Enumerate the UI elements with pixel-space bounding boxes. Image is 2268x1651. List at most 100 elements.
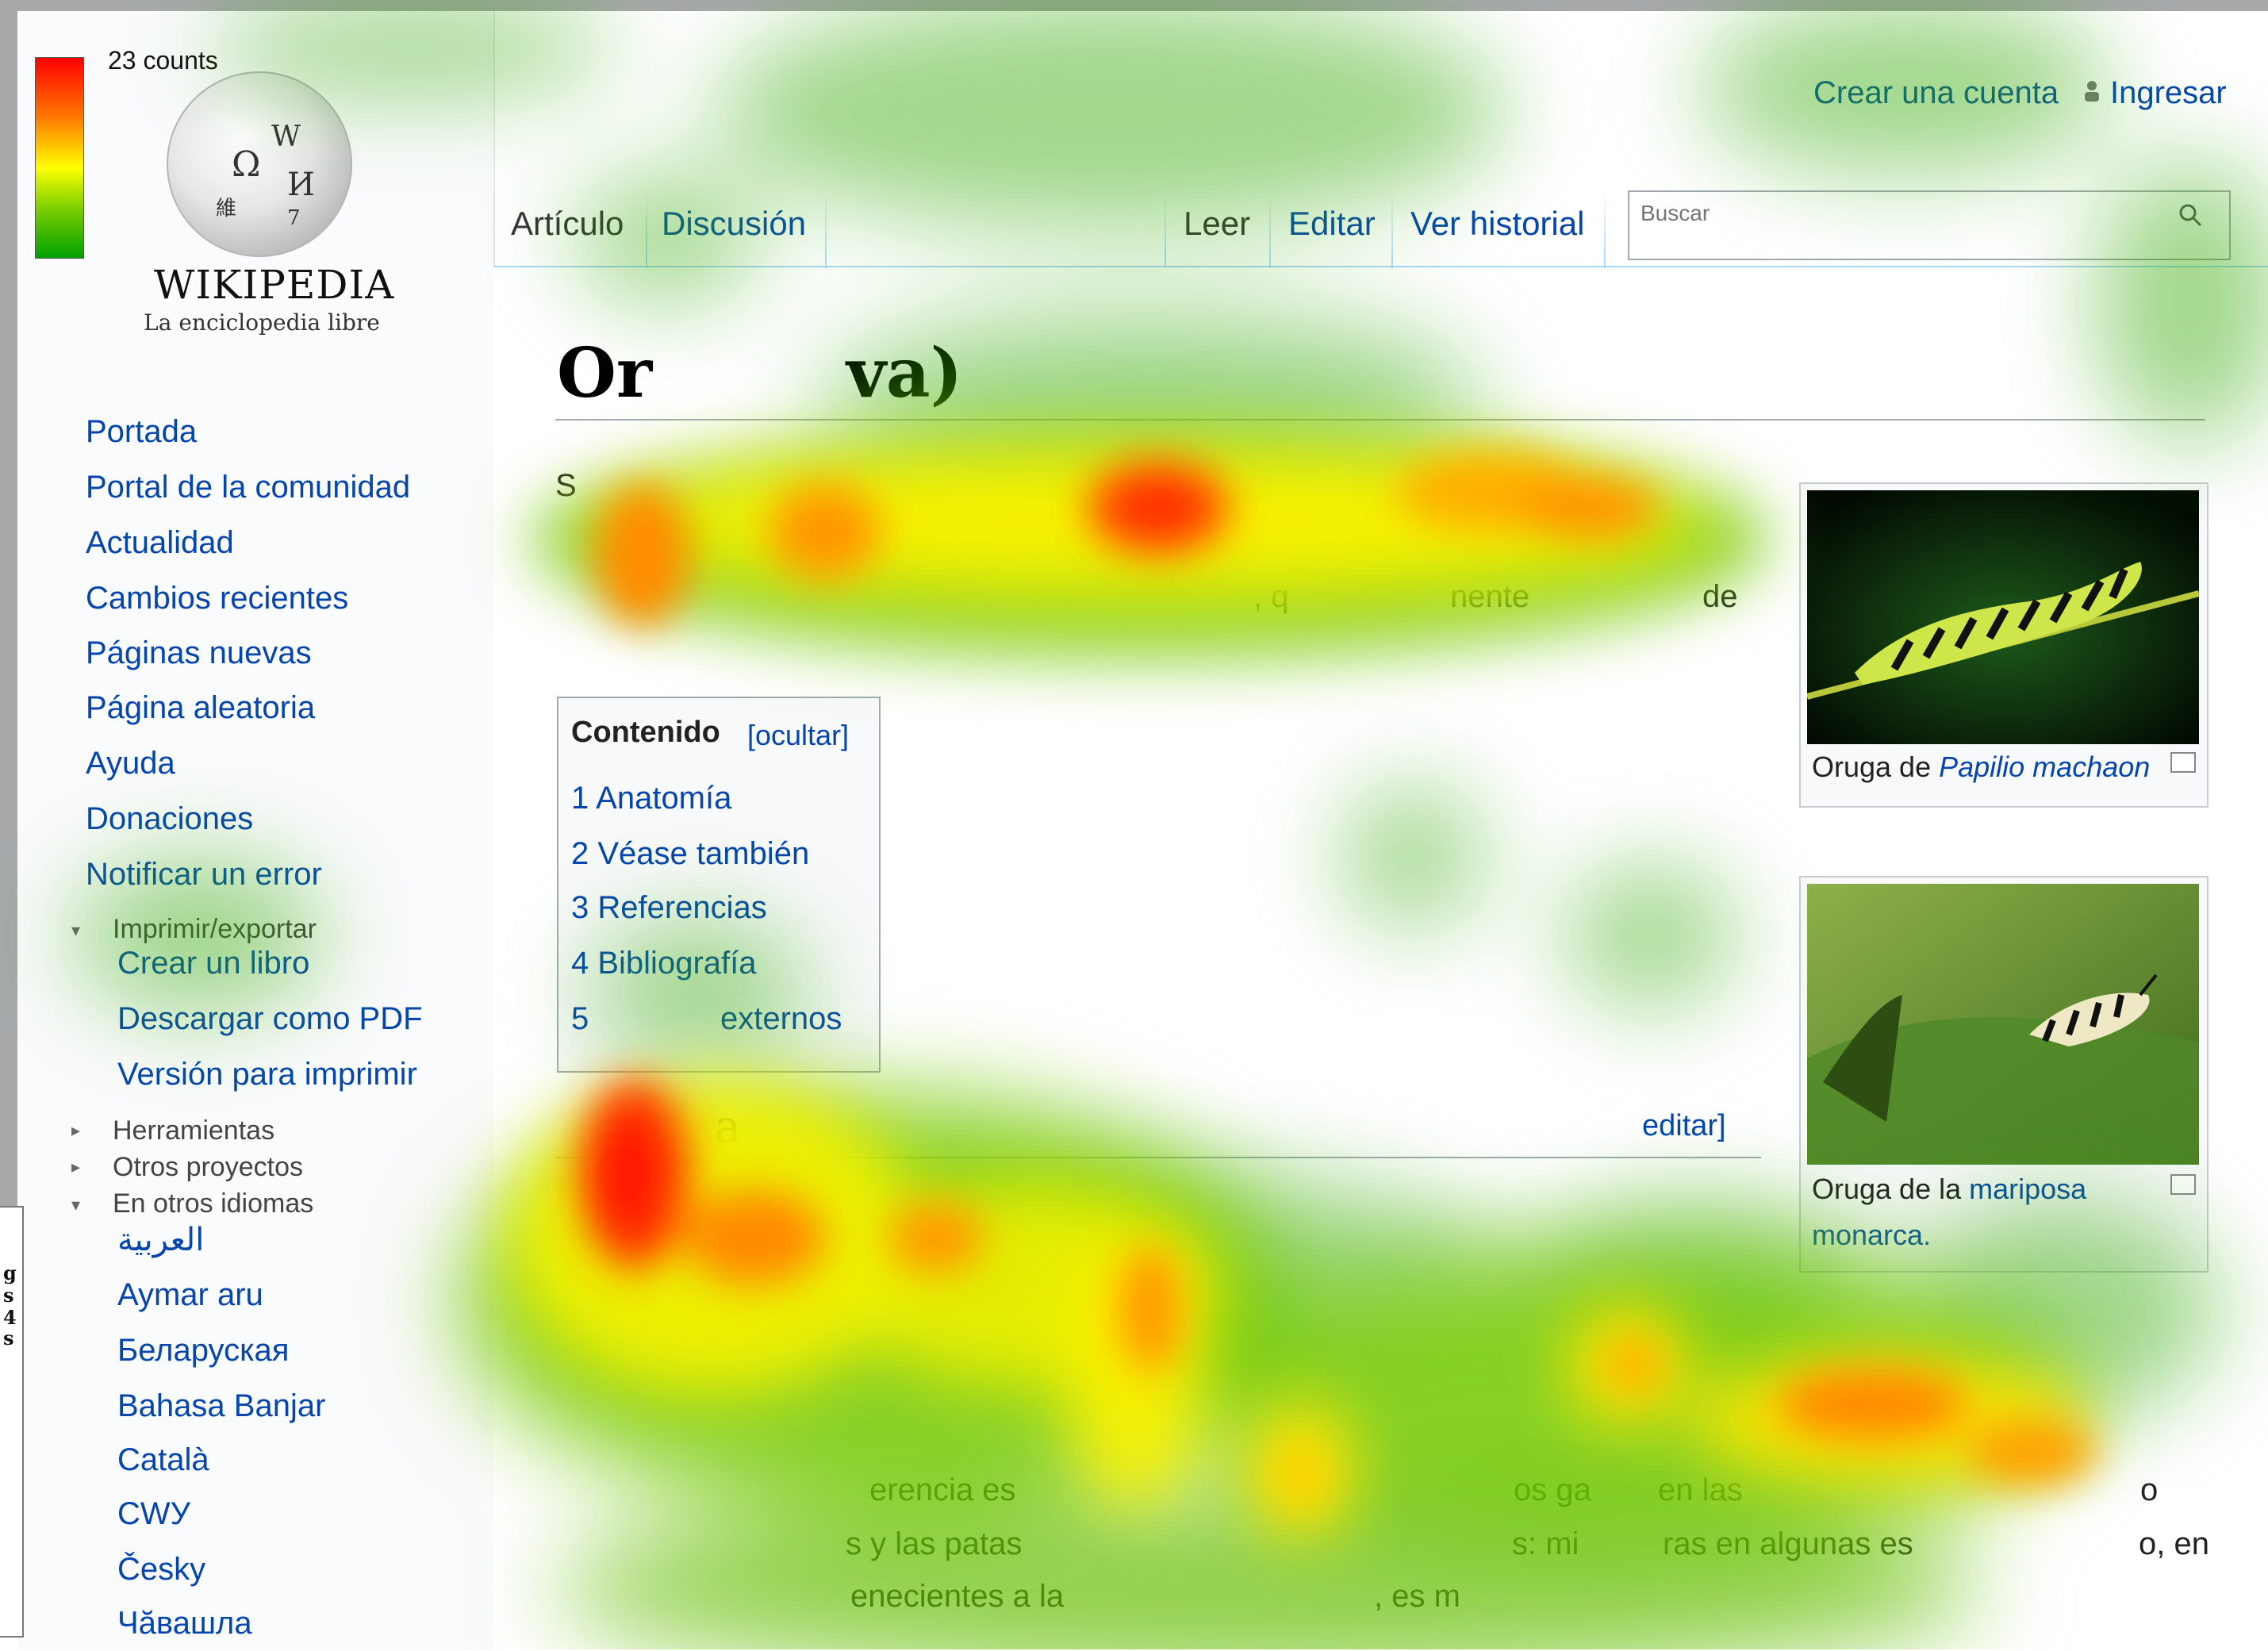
search-input[interactable]: [1639, 197, 2150, 230]
language-link[interactable]: Català: [117, 1442, 209, 1478]
toc-item[interactable]: 1 Anatomía: [571, 781, 731, 816]
toc-title: Contenido: [571, 716, 720, 749]
sidebar-item-crear-libro[interactable]: Crear un libro: [117, 946, 309, 981]
toc-item[interactable]: 2 Véase también: [571, 836, 809, 872]
heatmap-legend-label: 23 counts: [108, 46, 218, 75]
body-text-fragment: os ga: [1514, 1472, 1591, 1507]
screenshot-frame: 23 counts Ω W И 維 7 WIKIPEDIA La enciclo…: [0, 0, 2268, 1651]
logo-tagline: La enciclopedia libre: [144, 309, 380, 336]
body-text-fragment: , es m: [1374, 1579, 1460, 1614]
tab-ver-historial[interactable]: Ver historial: [1410, 205, 1584, 243]
caption-link[interactable]: mariposa: [1969, 1173, 2086, 1205]
portal-heading-print-export[interactable]: Imprimir/exportar: [113, 914, 317, 945]
caption-prefix: Oruga de la: [1812, 1173, 1970, 1205]
user-icon: [2085, 81, 2099, 102]
tab-separator: [1604, 189, 1606, 268]
tab-separator: [1391, 189, 1393, 268]
portal-heading-other-projects[interactable]: Otros proyectos: [113, 1152, 303, 1183]
window-border-top: [0, 0, 2268, 11]
body-text-fragment: erencia es: [869, 1472, 1016, 1507]
tab-separator: [1165, 189, 1166, 268]
magnify-icon[interactable]: [2170, 752, 2196, 773]
page-title-end: va): [846, 333, 963, 413]
login-link[interactable]: Ingresar: [2110, 75, 2227, 111]
intro-text-fragment: nente: [1450, 579, 1530, 614]
body-text-fragment: o, en: [2139, 1526, 2209, 1561]
puzzle-globe-icon: Ω W И 維 7: [167, 71, 352, 257]
language-link[interactable]: Bahasa Banjar: [117, 1388, 325, 1424]
body-text-fragment: ras en algunas es: [1663, 1526, 1913, 1561]
section-divider: [555, 1157, 1761, 1158]
portal-heading-languages[interactable]: En otros idiomas: [113, 1188, 313, 1219]
search-icon[interactable]: [2177, 202, 2204, 228]
globe-glyph: W: [271, 121, 301, 153]
search-box: [1628, 190, 2231, 260]
title-divider: [555, 419, 2205, 420]
language-link[interactable]: Чӑвашла: [117, 1606, 252, 1641]
clipped-text: s: [3, 1284, 14, 1307]
sidebar-item-notificar-error[interactable]: Notificar un error: [86, 857, 322, 893]
globe-glyph: И: [287, 167, 315, 203]
caption-prefix: Oruga de: [1812, 751, 1940, 783]
globe-glyph: Ω: [232, 144, 261, 185]
intro-text-fragment: , q: [1253, 579, 1289, 614]
image-caption: Oruga de la mariposa: [1812, 1173, 2086, 1206]
sidebar-item-pagina-aleatoria[interactable]: Página aleatoria: [86, 690, 315, 726]
body-text-fragment: s y las patas: [846, 1526, 1023, 1561]
monarch-caterpillar-image[interactable]: [1807, 884, 2199, 1165]
caption-link-line2[interactable]: monarca.: [1812, 1219, 1931, 1252]
language-link[interactable]: Aymar aru: [117, 1277, 263, 1313]
sidebar-item-version-imprimir[interactable]: Versión para imprimir: [117, 1057, 417, 1092]
create-account-link[interactable]: Crear una cuenta: [1813, 75, 2059, 111]
clipped-text: 4: [3, 1306, 17, 1329]
globe-glyph: 維: [216, 197, 237, 221]
toc-hide-toggle[interactable]: [ocultar]: [747, 719, 849, 752]
toc-item[interactable]: 5: [571, 1001, 589, 1037]
language-link[interactable]: СWУ: [117, 1496, 190, 1532]
body-text-fragment: o: [2140, 1472, 2159, 1507]
tab-leer[interactable]: Leer: [1184, 205, 1250, 243]
collapse-arrow-icon[interactable]: ▾: [71, 920, 80, 941]
expand-arrow-icon[interactable]: ▸: [71, 1120, 80, 1141]
clipped-overlay-box: g s 4 s: [0, 1206, 24, 1638]
page-title-start: Or: [557, 333, 653, 413]
tab-separator: [825, 189, 827, 268]
toc-item[interactable]: 3 Referencias: [571, 890, 767, 926]
language-link[interactable]: العربية: [117, 1222, 204, 1258]
window-border-left: [0, 0, 17, 1206]
clipped-text: s: [3, 1327, 14, 1350]
tab-separator: [646, 189, 647, 268]
caption-link[interactable]: Papilio machaon: [1939, 751, 2150, 783]
logo-wordmark: WIKIPEDIA: [154, 262, 395, 308]
collapse-arrow-icon[interactable]: ▾: [71, 1195, 80, 1215]
intro-text-fragment: de: [1702, 579, 1738, 614]
sidebar-item-paginas-nuevas[interactable]: Páginas nuevas: [86, 635, 312, 671]
toc-item-fragment[interactable]: externos: [720, 1001, 842, 1037]
sidebar-item-donaciones[interactable]: Donaciones: [86, 801, 253, 837]
section-heading: a: [714, 1100, 742, 1154]
tab-editar[interactable]: Editar: [1288, 205, 1376, 243]
image-caption: Oruga de Papilio machaon: [1812, 751, 2150, 784]
tab-discusion[interactable]: Discusión: [662, 205, 806, 243]
intro-text-fragment: S: [555, 468, 577, 503]
body-text-fragment: enecientes a la: [850, 1579, 1065, 1614]
toc-item[interactable]: 4 Bibliografía: [571, 946, 756, 981]
expand-arrow-icon[interactable]: ▸: [71, 1157, 80, 1177]
sidebar-item-cambios-recientes[interactable]: Cambios recientes: [86, 581, 348, 616]
sidebar-item-actualidad[interactable]: Actualidad: [86, 525, 234, 561]
body-text-fragment: en las: [1658, 1472, 1743, 1507]
language-link[interactable]: Беларуская: [117, 1333, 289, 1369]
page-title: Or a (lava): [557, 333, 962, 413]
caterpillar-image[interactable]: [1807, 490, 2199, 744]
sidebar-item-ayuda[interactable]: Ayuda: [86, 746, 175, 781]
body-text-fragment: s: mi: [1512, 1526, 1579, 1561]
sidebar-item-descargar-pdf[interactable]: Descargar como PDF: [117, 1001, 423, 1037]
magnify-icon[interactable]: [2170, 1174, 2196, 1195]
section-edit-link[interactable]: editar]: [1642, 1109, 1726, 1143]
language-link[interactable]: Česky: [117, 1552, 205, 1588]
portal-heading-tools[interactable]: Herramientas: [113, 1115, 274, 1146]
tab-articulo[interactable]: Artículo: [511, 205, 624, 243]
tab-separator: [1269, 189, 1271, 268]
sidebar-item-portal-comunidad[interactable]: Portal de la comunidad: [86, 470, 410, 505]
sidebar-item-portada[interactable]: Portada: [86, 414, 197, 450]
